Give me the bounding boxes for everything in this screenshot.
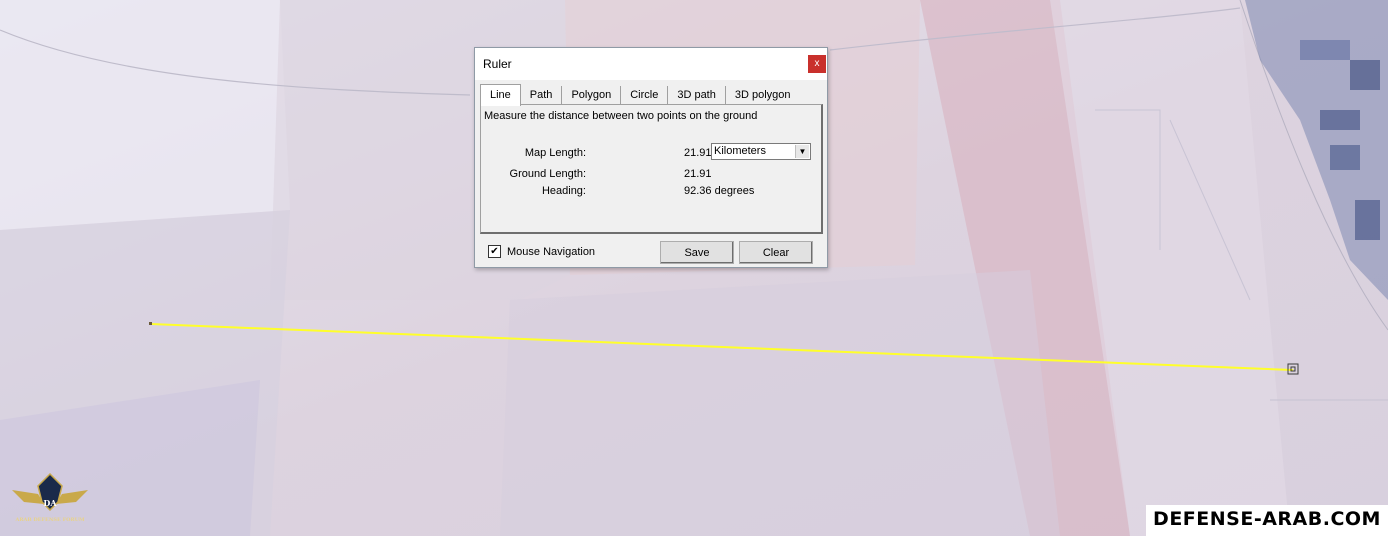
line-tab-panel: Measure the distance between two points … [480, 104, 823, 234]
ruler-tabs: Line Path Polygon Circle 3D path 3D poly… [480, 84, 800, 106]
unit-select[interactable]: Kilometers ▼ [711, 143, 811, 160]
checkmark-icon[interactable]: ✔ [488, 245, 501, 258]
ruler-dialog: Ruler x Line Path Polygon Circle 3D path… [474, 47, 828, 268]
mouse-navigation-label: Mouse Navigation [507, 245, 596, 258]
tab-circle[interactable]: Circle [621, 86, 669, 104]
line-start-marker [149, 322, 152, 325]
eagle-emblem-icon: DA [12, 472, 88, 512]
ground-length-value: 21.91 [684, 168, 712, 180]
map-length-value: 21.91 [684, 147, 712, 159]
field-patch [1350, 60, 1380, 90]
imagery-tile [0, 0, 290, 230]
unit-select-value: Kilometers [714, 145, 766, 157]
imagery-tile [500, 270, 1060, 536]
heading-label: Heading: [541, 185, 586, 197]
tab-path[interactable]: Path [520, 86, 563, 104]
tab-3d-polygon[interactable]: 3D polygon [725, 86, 800, 104]
ground-length-label: Ground Length: [509, 168, 586, 180]
field-patch [1355, 200, 1380, 240]
logo-initials: DA [43, 498, 57, 508]
close-button[interactable]: x [808, 55, 826, 73]
site-watermark: DEFENSE-ARAB.COM [1146, 505, 1388, 536]
tab-line[interactable]: Line [480, 84, 521, 106]
dialog-title: Ruler [483, 57, 512, 71]
map-viewport[interactable]: Ruler x Line Path Polygon Circle 3D path… [0, 0, 1388, 536]
tab-3d-path[interactable]: 3D path [668, 86, 726, 104]
arab-defense-forum-logo: DA ARAB DEFENSE FORUM [10, 472, 90, 528]
dialog-titlebar[interactable]: Ruler x [475, 48, 827, 80]
heading-value: 92.36 degrees [684, 185, 755, 197]
map-length-label: Map Length: [524, 147, 586, 159]
save-button[interactable]: Save [660, 241, 734, 264]
tab-description: Measure the distance between two points … [484, 110, 758, 122]
field-patch [1330, 145, 1360, 170]
chevron-down-icon[interactable]: ▼ [795, 145, 809, 158]
clear-button[interactable]: Clear [739, 241, 813, 264]
mouse-navigation-checkbox[interactable]: ✔ Mouse Navigation [488, 245, 595, 258]
field-patch [1320, 110, 1360, 130]
field-patch [1300, 40, 1350, 60]
tab-polygon[interactable]: Polygon [562, 86, 622, 104]
logo-text: ARAB DEFENSE FORUM [15, 517, 85, 523]
